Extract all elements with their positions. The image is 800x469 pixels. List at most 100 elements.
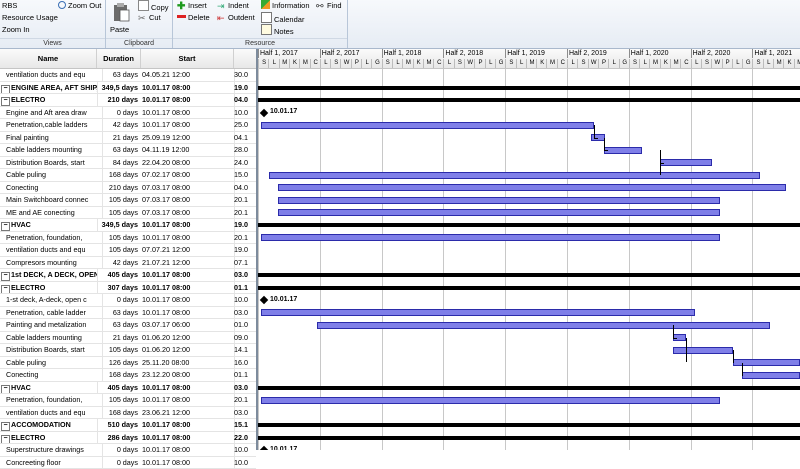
table-row[interactable]: Distribution Boards, start105 days01.06.…: [0, 344, 256, 357]
table-row[interactable]: −ENGINE AREA, AFT SHIP, I349,5 days10.01…: [0, 82, 256, 95]
start-cell: 04.11.19 12:00: [141, 144, 235, 156]
finish-cell-text: 04.0: [234, 183, 248, 192]
task-bar[interactable]: [660, 159, 712, 166]
milestone-marker[interactable]: [260, 296, 268, 304]
notes-button[interactable]: Notes: [261, 24, 294, 35]
table-row[interactable]: Compresors mounting42 days21.07.21 12:00…: [0, 257, 256, 270]
paste-button[interactable]: Paste: [106, 0, 134, 38]
table-row[interactable]: Penetration, foundation,105 days10.01.17…: [0, 394, 256, 407]
collapse-toggle-icon[interactable]: −: [1, 85, 10, 94]
collapse-toggle-icon[interactable]: −: [1, 422, 10, 431]
table-row[interactable]: Penetration,cable ladders42 days10.01.17…: [0, 119, 256, 132]
column-header-finish[interactable]: [234, 49, 256, 68]
timeline-month-label: M: [794, 59, 800, 68]
table-row[interactable]: Cable puling126 days25.11.20 08:0016.0: [0, 357, 256, 370]
zoom-in-button[interactable]: Zoom In: [2, 24, 30, 35]
finish-cell-text: 15.0: [234, 170, 248, 179]
table-row[interactable]: ventilation ducts and equ168 days23.06.2…: [0, 407, 256, 420]
collapse-toggle-icon[interactable]: −: [1, 272, 10, 281]
task-bar[interactable]: [261, 309, 695, 316]
task-bar[interactable]: [278, 209, 720, 216]
column-header-start[interactable]: Start: [141, 49, 234, 68]
column-header-name[interactable]: Name: [0, 49, 97, 68]
finish-cell: 30.0: [234, 69, 256, 81]
find-button[interactable]: ⚯Find: [316, 0, 342, 11]
table-row[interactable]: Cable ladders mounting63 days04.11.19 12…: [0, 144, 256, 157]
summary-bar[interactable]: [258, 436, 800, 440]
table-row[interactable]: Painting and metalization63 days03.07.17…: [0, 319, 256, 332]
task-bar[interactable]: [261, 122, 594, 129]
table-row[interactable]: 1-st deck, A-deck, open c0 days10.01.17 …: [0, 294, 256, 307]
indent-button[interactable]: ⇥Indent: [217, 0, 249, 11]
duration-cell: 510 days: [97, 419, 140, 431]
zoom-out-button[interactable]: Zoom Out: [58, 0, 101, 11]
duration-cell: 307 days: [97, 282, 140, 294]
task-bar[interactable]: [673, 347, 733, 354]
summary-bar[interactable]: [258, 423, 800, 427]
table-row[interactable]: Distribution Boards, start84 days22.04.2…: [0, 157, 256, 170]
column-header-duration[interactable]: Duration: [97, 49, 141, 68]
table-row[interactable]: Penetration, foundation,105 days10.01.17…: [0, 232, 256, 245]
information-button[interactable]: Information: [261, 0, 310, 11]
collapse-toggle-icon[interactable]: −: [1, 222, 10, 231]
table-row[interactable]: Engine and Aft area draw0 days10.01.17 0…: [0, 107, 256, 120]
half-gridline: [691, 69, 692, 450]
table-row[interactable]: Cable puling168 days07.02.17 08:0015.0: [0, 169, 256, 182]
duration-cell: 63 days: [97, 319, 140, 331]
table-row[interactable]: Superstructure drawings0 days10.01.17 08…: [0, 444, 256, 457]
table-row[interactable]: ventilation ducts and equ63 days04.05.21…: [0, 69, 256, 82]
duration-cell-text: 0 days: [117, 458, 138, 467]
milestone-marker[interactable]: [260, 446, 268, 450]
table-row[interactable]: Final painting21 days25.09.19 12:0004.1: [0, 132, 256, 145]
milestone-marker[interactable]: [260, 108, 268, 116]
rbs-button[interactable]: RBS: [2, 0, 17, 11]
summary-bar[interactable]: [258, 273, 800, 277]
summary-bar[interactable]: [258, 98, 800, 102]
table-row[interactable]: −ACCOMODATION510 days10.01.17 08:0015.1: [0, 419, 256, 432]
zoom-out-label: Zoom Out: [68, 1, 101, 10]
task-bar[interactable]: [604, 147, 642, 154]
table-row[interactable]: Concreeting floor0 days10.01.17 08:0010.…: [0, 457, 256, 469]
table-row[interactable]: Main Switchboard connec105 days07.03.17 …: [0, 194, 256, 207]
table-row[interactable]: −ELECTRO210 days10.01.17 08:0004.0: [0, 94, 256, 107]
summary-bar[interactable]: [258, 86, 800, 90]
resource-usage-button[interactable]: Resource Usage: [2, 12, 58, 23]
task-bar[interactable]: [261, 397, 720, 404]
table-row[interactable]: ventilation ducts and equ105 days07.07.2…: [0, 244, 256, 257]
collapse-toggle-icon[interactable]: −: [1, 385, 10, 394]
grid-header: Name Duration Start: [0, 49, 256, 69]
outdent-button[interactable]: ⇤Outdent: [217, 12, 255, 23]
task-bar[interactable]: [269, 172, 760, 179]
summary-bar[interactable]: [258, 386, 800, 390]
task-bar[interactable]: [742, 372, 800, 379]
collapse-toggle-icon[interactable]: −: [1, 97, 10, 106]
table-row[interactable]: −HVAC349,5 days10.01.17 08:0019.0: [0, 219, 256, 232]
table-row[interactable]: −ELECTRO307 days10.01.17 08:0001.1: [0, 282, 256, 295]
collapse-toggle-icon[interactable]: −: [1, 285, 10, 294]
task-bar[interactable]: [733, 359, 800, 366]
finish-cell: 04.1: [234, 132, 256, 144]
insert-button[interactable]: ✚Insert: [177, 0, 207, 11]
table-row[interactable]: ME and AE conecting105 days07.03.17 08:0…: [0, 207, 256, 220]
delete-button[interactable]: Delete: [177, 12, 210, 23]
calendar-button[interactable]: Calendar: [261, 12, 304, 23]
summary-bar[interactable]: [258, 223, 800, 227]
duration-cell-text: 105 days: [109, 233, 138, 242]
task-bar[interactable]: [261, 234, 720, 241]
collapse-toggle-icon[interactable]: −: [1, 435, 10, 444]
copy-button[interactable]: Copy: [138, 0, 169, 11]
task-bar[interactable]: [317, 322, 770, 329]
finish-cell: 10.0: [234, 457, 256, 469]
table-row[interactable]: Conecting168 days23.12.20 08:0001.1: [0, 369, 256, 382]
cut-button[interactable]: ✂Cut: [138, 12, 161, 23]
table-row[interactable]: Cable ladders mounting21 days01.06.20 12…: [0, 332, 256, 345]
table-row[interactable]: Penetration, cable ladder63 days10.01.17…: [0, 307, 256, 320]
table-row[interactable]: −ELECTRO286 days10.01.17 08:0022.0: [0, 432, 256, 445]
table-row[interactable]: −1st DECK, A DECK, OPEN D405 days10.01.1…: [0, 269, 256, 282]
table-row[interactable]: −HVAC405 days10.01.17 08:0003.0: [0, 382, 256, 395]
duration-cell: 126 days: [97, 357, 140, 369]
task-bar[interactable]: [278, 197, 720, 204]
table-row[interactable]: Conecting210 days07.03.17 08:0004.0: [0, 182, 256, 195]
task-bar[interactable]: [278, 184, 786, 191]
summary-bar[interactable]: [258, 286, 800, 290]
